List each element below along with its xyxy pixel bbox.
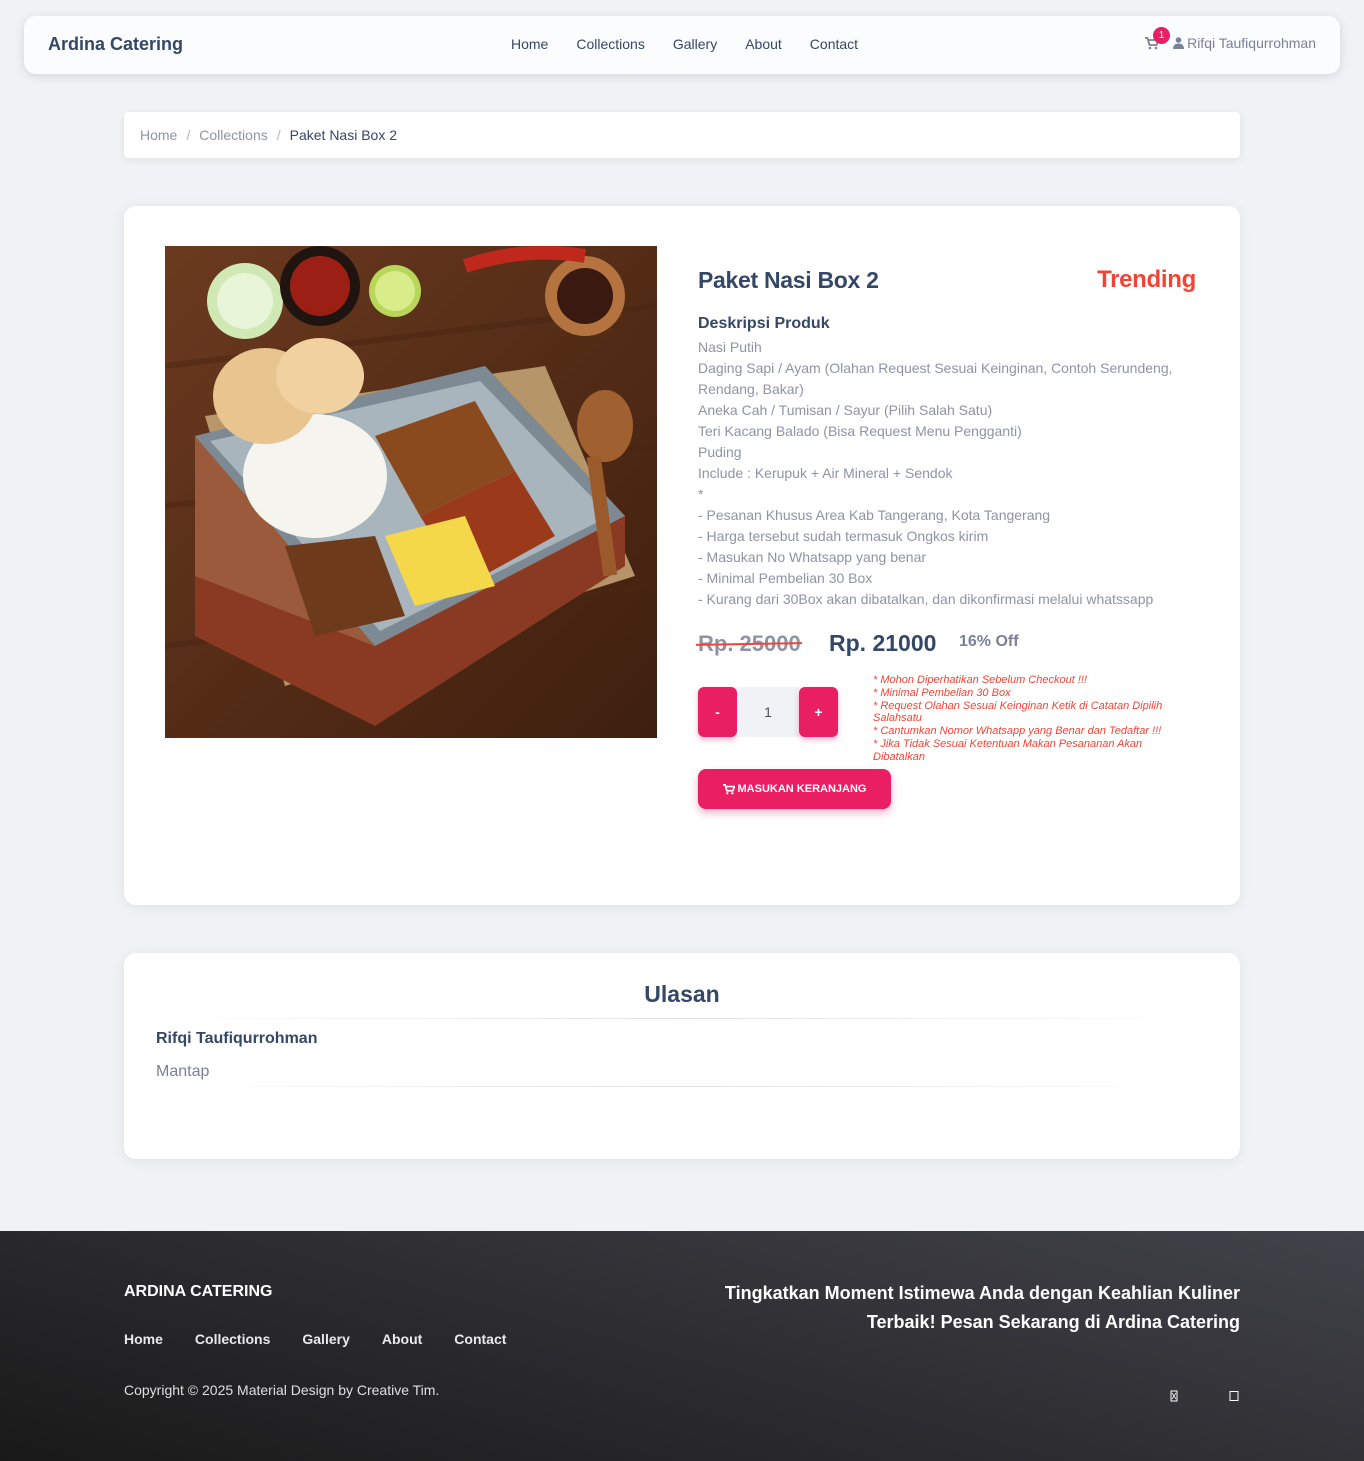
quantity-input[interactable]: 1 xyxy=(737,687,799,737)
sale-price: Rp. 21000 xyxy=(829,630,937,656)
product-title: Paket Nasi Box 2 xyxy=(698,267,879,293)
review-text: Mantap xyxy=(156,1063,210,1080)
discount-label: 16% Off xyxy=(959,633,1019,650)
footer-brand: ARDINA CATERING xyxy=(124,1283,273,1300)
copyright: Copyright © 2025 Material Design by Crea… xyxy=(124,1382,440,1398)
quantity-increase-button[interactable]: + xyxy=(799,687,838,737)
review-author: Rifqi Taufiqurrohman xyxy=(156,1030,318,1047)
quantity-stepper: - 1 + xyxy=(698,687,838,737)
cart-count-badge: 1 xyxy=(1153,27,1171,44)
footer-link-about[interactable]: About xyxy=(382,1331,422,1347)
breadcrumb-separator: / xyxy=(276,127,281,143)
description-line: Include : Kerupuk + Air Mineral + Sendok xyxy=(698,465,953,481)
description-line: Daging Sapi / Ayam (Olahan Request Sesua… xyxy=(698,360,1173,397)
divider xyxy=(156,1086,1208,1087)
footer-link-contact[interactable]: Contact xyxy=(454,1331,506,1347)
description-line: Aneka Cah / Tumisan / Sayur (Pilih Salah… xyxy=(698,402,993,418)
reviews-card: Ulasan Rifqi Taufiqurrohman Mantap xyxy=(124,953,1240,1159)
description-heading: Deskripsi Produk xyxy=(698,315,830,332)
nav-collections[interactable]: Collections xyxy=(562,36,658,52)
breadcrumb-collections[interactable]: Collections xyxy=(199,127,267,143)
checkout-note: * Mohon Diperhatikan Sebelum Checkout !!… xyxy=(873,674,1088,686)
user-name-link[interactable]: Rifqi Taufiqurrohman xyxy=(1187,35,1316,51)
original-price: Rp. 25000 xyxy=(695,631,803,657)
breadcrumb-separator: / xyxy=(186,127,191,143)
footer-links: Home Collections Gallery About Contact xyxy=(124,1331,538,1347)
product-card: Paket Nasi Box 2 Trending Deskripsi Prod… xyxy=(124,206,1240,905)
cart-icon xyxy=(722,783,735,794)
description-line: - Pesanan Khusus Area Kab Tangerang, Kot… xyxy=(698,507,1051,523)
footer: ARDINA CATERING Home Collections Gallery… xyxy=(0,1231,1364,1461)
footer-tagline: Tingkatkan Moment Istimewa Anda dengan K… xyxy=(724,1283,1240,1332)
add-to-cart-button[interactable]: MASUKAN KERANJANG xyxy=(698,769,891,809)
footer-link-collections[interactable]: Collections xyxy=(195,1331,270,1347)
nav-contact[interactable]: Contact xyxy=(796,36,872,52)
nav-user-area: 1 Rifqi Taufiqurrohman xyxy=(1145,27,1316,51)
trending-badge: Trending xyxy=(1097,266,1196,293)
description-line: Teri Kacang Balado (Bisa Request Menu Pe… xyxy=(698,423,1022,439)
footer-link-gallery[interactable]: Gallery xyxy=(302,1331,349,1347)
checkout-note: * Cantumkan Nomor Whatsapp yang Benar da… xyxy=(873,725,1162,738)
footer-link-home[interactable]: Home xyxy=(124,1331,163,1347)
breadcrumb-current: Paket Nasi Box 2 xyxy=(289,127,398,143)
add-to-cart-label: MASUKAN KERANJANG xyxy=(737,783,867,795)
checkout-note: * Minimal Pembelian 30 Box xyxy=(873,686,1011,699)
user-icon xyxy=(1173,37,1185,49)
description-line: Puding xyxy=(698,444,742,460)
divider xyxy=(156,1018,1208,1019)
description-list: Nasi Putih Daging Sapi / Ayam (Olahan Re… xyxy=(698,337,1188,610)
product-image xyxy=(165,246,657,738)
facebook-icon[interactable] xyxy=(1228,1389,1240,1401)
description-line: * xyxy=(698,486,704,502)
breadcrumb: Home / Collections / Paket Nasi Box 2 xyxy=(124,112,1240,158)
checkout-note: * Jika Tidak Sesuai Ketentuan Makan Pesa… xyxy=(873,737,1143,763)
description-line: - Harga tersebut sudah termasuk Ongkos k… xyxy=(698,528,989,544)
quantity-decrease-button[interactable]: - xyxy=(698,687,737,737)
breadcrumb-home[interactable]: Home xyxy=(140,127,177,143)
nav-gallery[interactable]: Gallery xyxy=(659,36,731,52)
brand-logo[interactable]: Ardina Catering xyxy=(48,34,183,55)
navbar: Ardina Catering Home Collections Gallery… xyxy=(24,16,1340,74)
social-links xyxy=(1120,1389,1240,1402)
description-line: - Minimal Pembelian 30 Box xyxy=(698,570,873,586)
description-line: - Kurang dari 30Box akan dibatalkan, dan… xyxy=(698,591,1154,607)
description-line: - Masukan No Whatsapp yang benar xyxy=(698,549,927,565)
nav-links: Home Collections Gallery About Contact xyxy=(497,36,872,52)
checkout-notes: * Mohon Diperhatikan Sebelum Checkout !!… xyxy=(873,674,1193,764)
description-line: Nasi Putih xyxy=(698,339,762,355)
instagram-icon[interactable] xyxy=(1168,1389,1180,1402)
nav-home[interactable]: Home xyxy=(497,36,562,52)
reviews-title: Ulasan xyxy=(644,981,720,1007)
nav-about[interactable]: About xyxy=(731,36,796,52)
checkout-note: * Request Olahan Sesuai Keinginan Ketik … xyxy=(873,699,1163,725)
cart-button[interactable]: 1 xyxy=(1145,27,1171,51)
